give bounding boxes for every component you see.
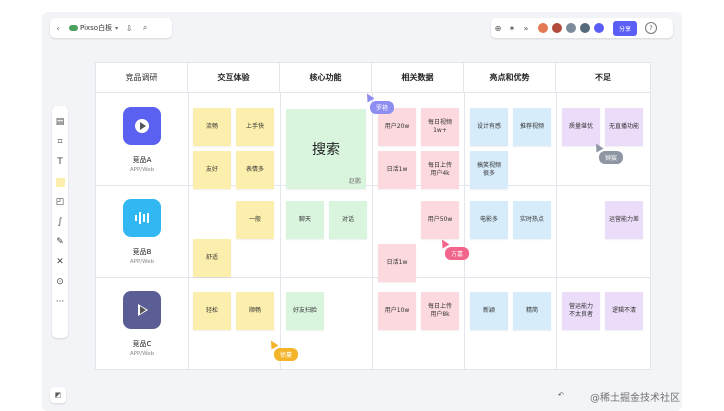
avatar[interactable] <box>565 22 577 34</box>
avatar[interactable] <box>593 22 605 34</box>
sticky-note[interactable]: 逻辑不清 <box>605 292 643 330</box>
sticky-note[interactable]: 每日视频 1w+ <box>421 108 459 146</box>
competitor-name: 竞品B <box>132 248 152 256</box>
collaborator-cursor: 罗艳 <box>370 101 395 114</box>
sticky-note[interactable]: 好友扫脸 <box>286 292 324 330</box>
header-data: 相关数据 <box>372 63 464 93</box>
sticky-note[interactable]: 轻松 <box>193 292 231 330</box>
header-interaction: 交互体验 <box>188 63 280 93</box>
collaborator-cursor: 方嘉 <box>445 247 470 260</box>
sticky-note[interactable]: 上手快 <box>236 108 274 146</box>
sticky-note[interactable]: 日活1w <box>378 244 416 282</box>
sticky-note[interactable]: 流畅 <box>193 108 231 146</box>
sticky-note[interactable]: 精简 <box>513 292 551 330</box>
competitor-platform: APP/Web <box>129 167 155 173</box>
competitor-name: 竞品C <box>132 340 152 348</box>
sticky-note[interactable]: 设计有感 <box>470 108 508 146</box>
divider <box>280 93 281 369</box>
collaborator-cursor: 徐蔓 <box>274 348 299 361</box>
collab-bar: ⊕ ✶ » 分享 ? <box>491 18 673 38</box>
download-icon[interactable]: ⇩ <box>121 18 137 38</box>
divider <box>464 93 465 369</box>
help-icon[interactable]: ? <box>645 22 658 34</box>
sticky-note[interactable]: 对话 <box>329 201 367 239</box>
mindmap-icon[interactable]: ✕ <box>54 252 66 272</box>
competitor-platform: APP/Web <box>129 259 155 265</box>
sticky-note[interactable]: 电影多 <box>470 201 508 239</box>
whiteboard-app: ‹ Pixso白板 ▾ ⇩ ⌕ ⊕ ✶ » 分享 ? ▤ ⌗ T ◰ ∫ ✎ ✕ <box>42 12 682 411</box>
sticky-note[interactable]: 新颖 <box>470 292 508 330</box>
app-name: Pixso白板 <box>80 24 113 32</box>
sticky-note[interactable]: 顺畅 <box>236 292 274 330</box>
app-logo-icon <box>123 291 161 329</box>
sticky-note[interactable]: 日活1w <box>378 151 416 189</box>
shape-icon[interactable]: ◰ <box>54 192 66 212</box>
chevron-down-icon[interactable]: ▾ <box>115 25 118 32</box>
sticky-note[interactable]: 质量堪忧 <box>562 108 600 146</box>
divider <box>188 93 189 369</box>
sticky-note[interactable]: 营运能力 不太良者 <box>562 292 600 330</box>
add-icon[interactable]: ⊕ <box>491 18 505 38</box>
sticky-note[interactable]: 一般 <box>236 201 274 239</box>
sticky-note[interactable]: 每日上传 用户4k <box>421 151 459 189</box>
sticky-note[interactable]: 每日上传 用户8k <box>421 292 459 330</box>
app-brand[interactable]: Pixso白板 ▾ <box>66 23 121 33</box>
avatar[interactable] <box>537 22 549 34</box>
competitor-platform: APP/Web <box>129 351 155 357</box>
sticky-note[interactable]: 搞笑视频 很多 <box>470 151 508 189</box>
competitor-name: 竞品A <box>132 156 152 164</box>
cloud-icon <box>69 25 78 31</box>
competitor-c[interactable]: 竞品C APP/Web <box>96 281 188 371</box>
competitor-a[interactable]: 竞品A APP/Web <box>96 97 188 187</box>
search-icon[interactable]: ⌕ <box>137 18 153 38</box>
undo-icon[interactable]: ↶ <box>558 391 564 399</box>
divider <box>372 93 373 369</box>
app-logo-icon <box>123 199 161 237</box>
sticky-note[interactable]: 聊天 <box>286 201 324 239</box>
note-author: 赵鹏 <box>348 178 361 185</box>
avatar[interactable] <box>551 22 563 34</box>
expand-icon[interactable]: » <box>519 18 533 38</box>
text-icon[interactable]: T <box>54 152 66 172</box>
avatar-group <box>537 22 607 34</box>
interact-icon[interactable]: ✶ <box>505 18 519 38</box>
avatar[interactable] <box>579 22 591 34</box>
sticky-note[interactable]: 用户10w <box>378 292 416 330</box>
sticky-note-text: 搜索 <box>312 142 340 158</box>
left-toolbar: ▤ ⌗ T ◰ ∫ ✎ ✕ ⊙ ··· <box>52 106 68 338</box>
template-icon[interactable]: ▤ <box>54 112 66 132</box>
sticky-note-icon[interactable] <box>54 172 66 192</box>
upload-icon[interactable]: ⊙ <box>54 272 66 292</box>
document-topbar: ‹ Pixso白板 ▾ ⇩ ⌕ <box>50 18 172 38</box>
header-advantages: 亮点和优势 <box>464 63 556 93</box>
competitor-table: 竞品调研 交互体验 核心功能 相关数据 亮点和优势 不足 竞品A APP/Web… <box>95 62 651 370</box>
more-icon[interactable]: ··· <box>54 292 66 312</box>
pen-icon[interactable]: ✎ <box>54 232 66 252</box>
sticky-note[interactable]: 表情多 <box>236 151 274 189</box>
sticky-note[interactable]: 实时热点 <box>513 201 551 239</box>
sticky-note[interactable]: 友好 <box>193 151 231 189</box>
share-button[interactable]: 分享 <box>613 20 638 36</box>
collaborator-cursor: 钟宸 <box>599 151 624 164</box>
sticky-note-large[interactable]: 搜索 赵鹏 <box>286 109 366 189</box>
sticky-note[interactable]: 无直播功能 <box>605 108 643 146</box>
sticky-note[interactable]: 舒适 <box>193 239 231 277</box>
app-logo-icon <box>123 107 161 145</box>
connector-icon[interactable]: ∫ <box>54 212 66 232</box>
back-icon[interactable]: ‹ <box>50 18 66 38</box>
watermark: @稀土掘金技术社区 <box>590 393 680 404</box>
divider <box>556 93 557 369</box>
frame-icon[interactable]: ⌗ <box>54 132 66 152</box>
header-core-function: 核心功能 <box>280 63 372 93</box>
minimap-icon[interactable]: ◩ <box>50 387 66 403</box>
sticky-note[interactable]: 运营能力差 <box>605 201 643 239</box>
sticky-note[interactable]: 用户50w <box>421 201 459 239</box>
competitor-b[interactable]: 竞品B APP/Web <box>96 189 188 279</box>
header-competitor: 竞品调研 <box>96 63 188 93</box>
header-shortcomings: 不足 <box>556 63 650 93</box>
sticky-note[interactable]: 推荐视频 <box>513 108 551 146</box>
